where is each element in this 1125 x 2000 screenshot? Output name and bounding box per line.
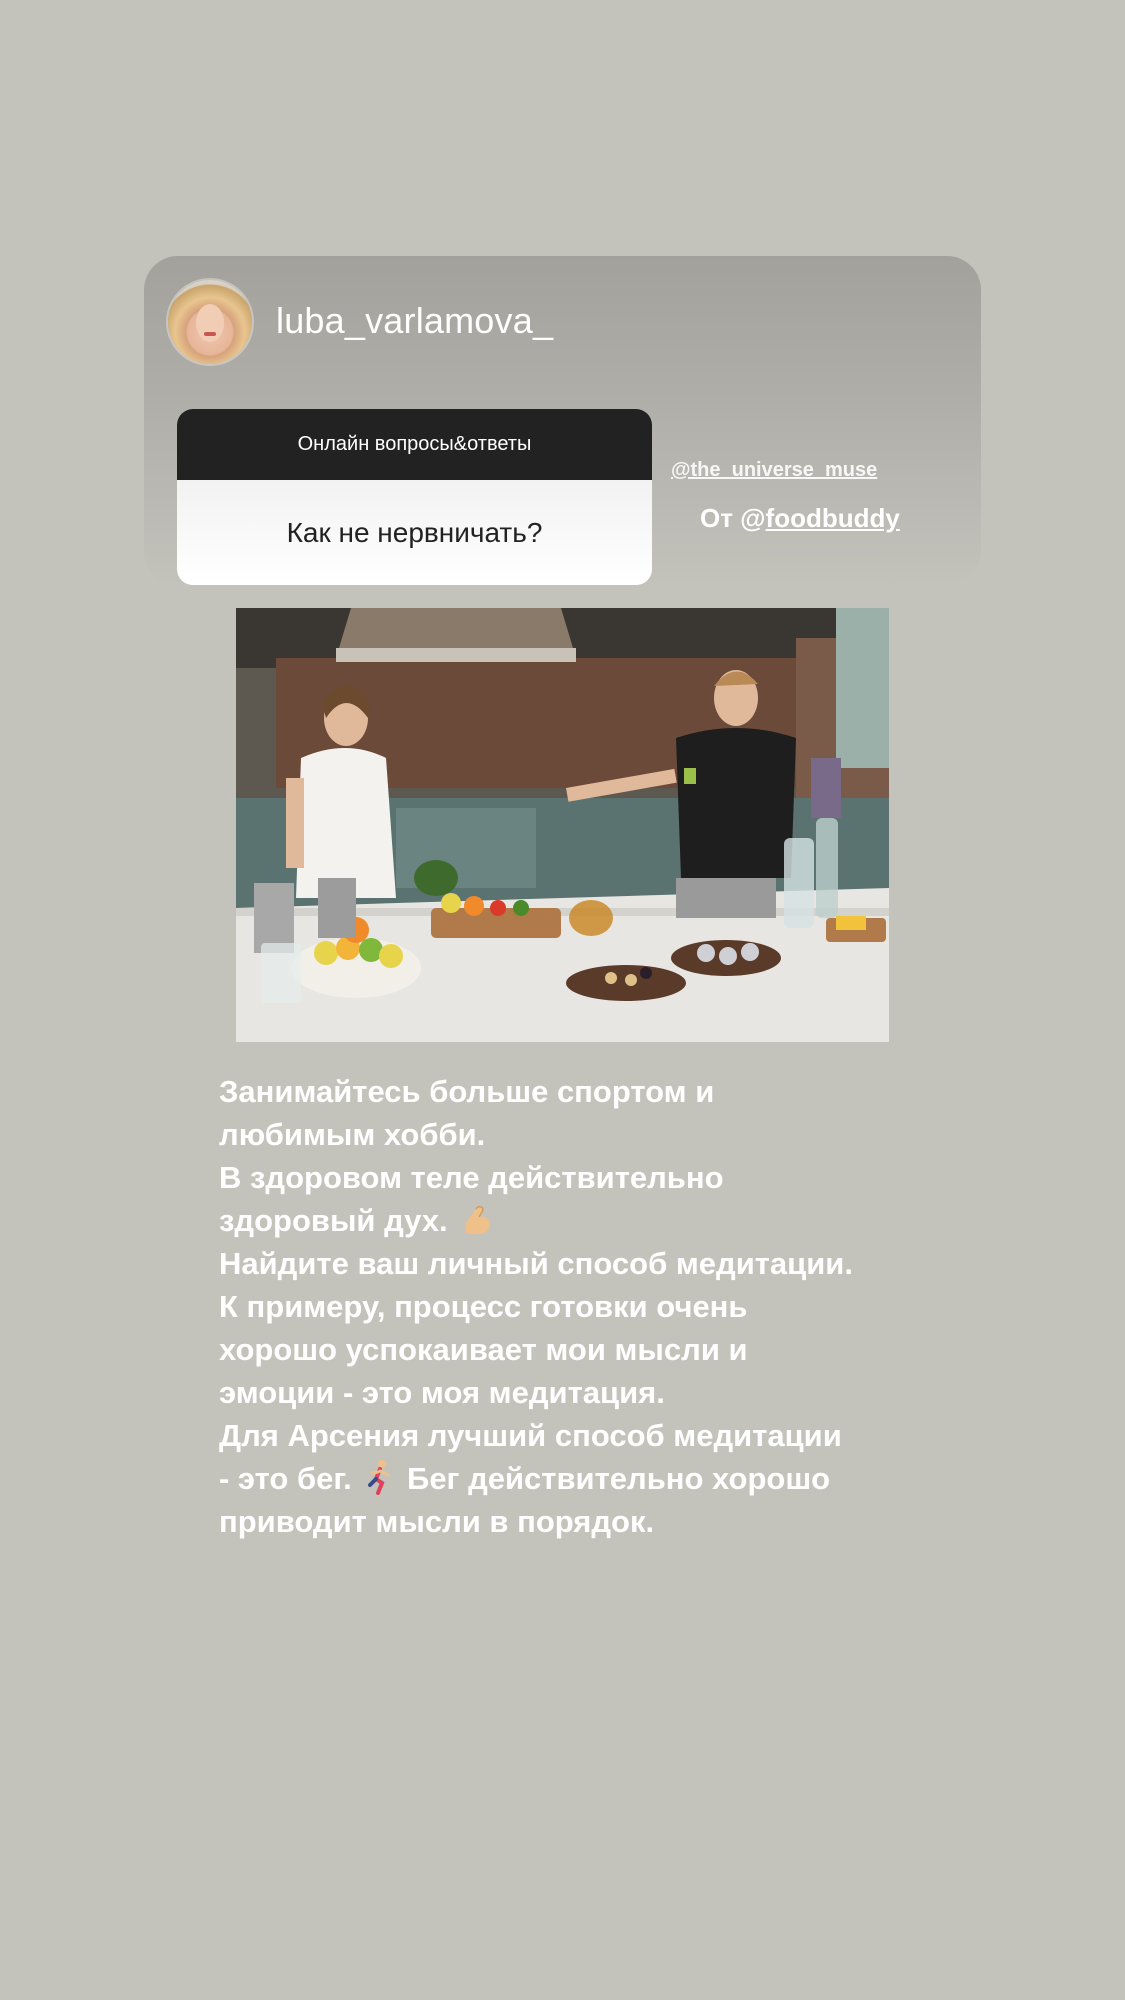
mention-link[interactable]: @the_universe_muse [671, 459, 877, 482]
story-line: приводит мысли в порядок. [219, 1504, 655, 1539]
story-line: К примеру, процесс готовки очень [219, 1289, 748, 1324]
story-line: - это бег. [219, 1461, 352, 1496]
username[interactable]: luba_varlamova_ [276, 300, 553, 342]
question-sticker-question: Как не нервничать? [177, 480, 652, 585]
avatar-lips [204, 332, 216, 336]
flexed-biceps-icon [465, 1206, 490, 1235]
story-line: В здоровом теле действительно [219, 1160, 724, 1195]
story-line-with-emoji: - это бег. Бег действительно хорошо [219, 1457, 939, 1500]
avatar[interactable] [168, 280, 252, 364]
attribution[interactable]: От @foodbuddy [700, 503, 900, 534]
story-line-with-emoji: здоровый дух. [219, 1199, 939, 1242]
story-line: здоровый дух. [219, 1203, 448, 1238]
person-running-icon [368, 1460, 390, 1495]
story-text: Занимайтесь больше спортом и любимым хоб… [219, 1070, 939, 1543]
story-line: Для Арсения лучший способ медитации [219, 1418, 842, 1453]
avatar-face [196, 304, 224, 342]
attribution-handle[interactable]: foodbuddy [766, 503, 900, 533]
story-header-card: luba_varlamova_ Онлайн вопросы&ответы Ка… [144, 256, 981, 586]
story-line: любимым хобби. [219, 1117, 486, 1152]
story-line: хорошо успокаивает мои мысли и [219, 1332, 748, 1367]
story-line: Занимайтесь больше спортом и [219, 1074, 715, 1109]
question-sticker-title: Онлайн вопросы&ответы [177, 409, 652, 480]
story-line: Найдите ваш личный способ медитации. [219, 1246, 853, 1281]
story-line: эмоции - это моя медитация. [219, 1375, 665, 1410]
story-line: Бег действительно хорошо [407, 1461, 831, 1496]
attribution-prefix: От @ [700, 503, 766, 533]
question-sticker[interactable]: Онлайн вопросы&ответы Как не нервничать? [177, 409, 652, 585]
kitchen-photo [236, 608, 889, 1042]
